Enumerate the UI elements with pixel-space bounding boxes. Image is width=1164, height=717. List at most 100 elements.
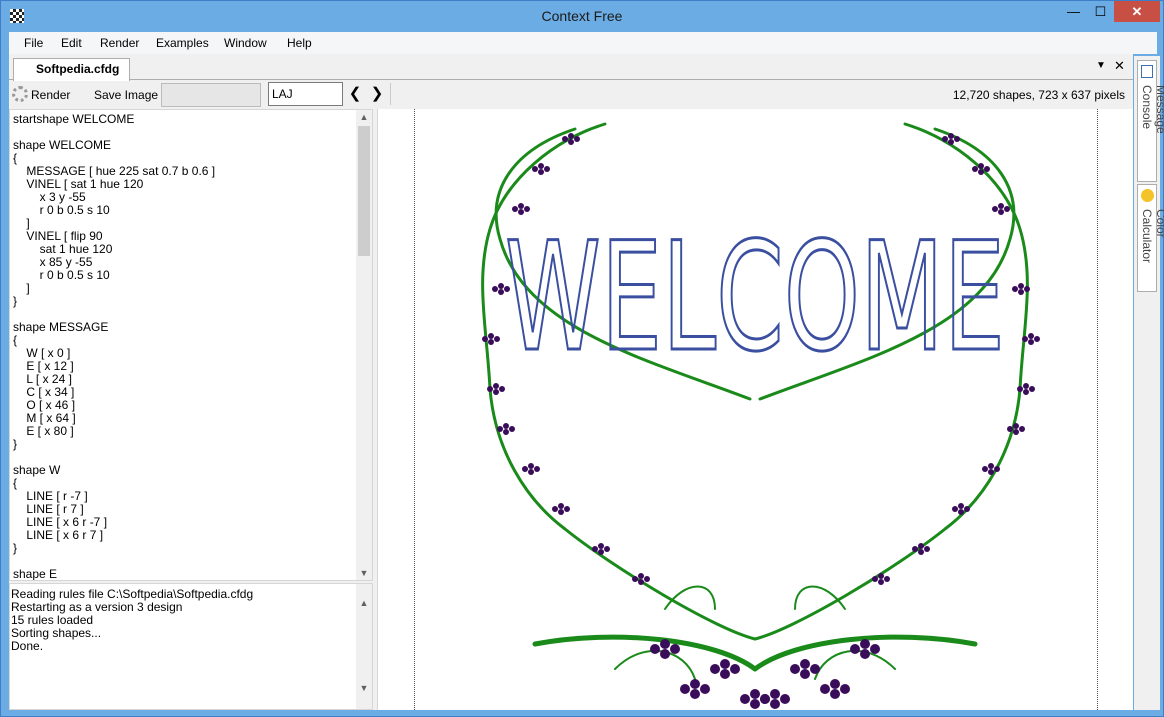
side-tab-message-console[interactable]: Message Console bbox=[1137, 60, 1164, 182]
close-window-button[interactable]: ✕ bbox=[1114, 1, 1160, 22]
menu-file[interactable]: File bbox=[24, 36, 43, 50]
grape bbox=[503, 423, 509, 429]
grape bbox=[552, 506, 558, 512]
next-variation-icon[interactable]: ❯ bbox=[369, 84, 385, 102]
grape bbox=[562, 136, 568, 142]
grape bbox=[840, 684, 850, 694]
grape bbox=[509, 426, 515, 432]
grape bbox=[770, 699, 780, 709]
grape bbox=[482, 336, 488, 342]
grape bbox=[820, 684, 830, 694]
toolbar: Render Save Image ❮ ❯ 12,720 shapes, 723… bbox=[9, 81, 1133, 109]
vine-wreath bbox=[481, 122, 1029, 680]
menu-help[interactable]: Help bbox=[287, 36, 312, 50]
grape bbox=[870, 644, 880, 654]
grape bbox=[964, 506, 970, 512]
render-spinner-icon[interactable] bbox=[12, 86, 28, 102]
menu-examples[interactable]: Examples bbox=[156, 36, 209, 50]
console-scroll-up-icon[interactable]: ▲ bbox=[356, 598, 372, 608]
grape bbox=[1023, 383, 1029, 389]
document-area: Softpedia.cfdg ▼ ✕ Render Save Image ❮ ❯… bbox=[9, 54, 1133, 710]
grape bbox=[984, 166, 990, 172]
grape bbox=[568, 139, 574, 145]
editor-scrollbar[interactable]: ▲ ▼ bbox=[356, 110, 372, 580]
console-scrollbar[interactable]: ▲ ▼ bbox=[356, 584, 372, 709]
render-canvas[interactable]: WELCOME bbox=[377, 109, 1133, 710]
side-tab-color-calculator[interactable]: Color Calculator bbox=[1137, 184, 1164, 292]
grape bbox=[494, 336, 500, 342]
grape bbox=[860, 649, 870, 659]
grape bbox=[1018, 283, 1024, 289]
grape bbox=[690, 689, 700, 699]
render-progress-bar bbox=[161, 83, 261, 107]
code-text[interactable]: startshape WELCOME shape WELCOME { MESSA… bbox=[13, 113, 353, 581]
grape bbox=[638, 579, 644, 585]
title-bar[interactable]: Context Free — ☐ ✕ bbox=[1, 1, 1163, 32]
grape bbox=[994, 466, 1000, 472]
grape bbox=[538, 169, 544, 175]
grape bbox=[1034, 336, 1040, 342]
console-scroll-down-icon[interactable]: ▼ bbox=[356, 683, 372, 693]
grape bbox=[770, 689, 780, 699]
grape bbox=[574, 136, 580, 142]
grape bbox=[499, 386, 505, 392]
grape bbox=[503, 429, 509, 435]
output-console[interactable]: Reading rules file C:\Softpedia\Softpedi… bbox=[9, 583, 373, 710]
grape bbox=[992, 206, 998, 212]
grape bbox=[830, 679, 840, 689]
prev-variation-icon[interactable]: ❮ bbox=[347, 84, 363, 102]
render-button[interactable]: Render bbox=[31, 88, 70, 102]
grape bbox=[638, 573, 644, 579]
grape bbox=[810, 664, 820, 674]
grape bbox=[978, 163, 984, 169]
grape bbox=[532, 166, 538, 172]
grape bbox=[528, 463, 534, 469]
menu-render[interactable]: Render bbox=[100, 36, 139, 50]
close-tab-icon[interactable]: ✕ bbox=[1114, 58, 1125, 74]
grape bbox=[538, 163, 544, 169]
grape bbox=[988, 463, 994, 469]
grape bbox=[632, 576, 638, 582]
save-image-button[interactable]: Save Image bbox=[94, 88, 158, 102]
welcome-word: WELCOME bbox=[505, 211, 1005, 385]
minimize-button[interactable]: — bbox=[1060, 1, 1087, 22]
grape bbox=[800, 669, 810, 679]
grape bbox=[1018, 289, 1024, 295]
console-text: Reading rules file C:\Softpedia\Softpedi… bbox=[11, 587, 254, 653]
grape bbox=[1023, 389, 1029, 395]
grape bbox=[972, 166, 978, 172]
grape bbox=[512, 206, 518, 212]
grape bbox=[528, 469, 534, 475]
scroll-thumb[interactable] bbox=[358, 126, 370, 256]
grape bbox=[497, 426, 503, 432]
scroll-up-icon[interactable]: ▲ bbox=[356, 112, 372, 122]
tab-list-dropdown-icon[interactable]: ▼ bbox=[1096, 60, 1106, 71]
maximize-button[interactable]: ☐ bbox=[1087, 1, 1114, 22]
grape bbox=[690, 679, 700, 689]
message-console-icon bbox=[1141, 65, 1153, 78]
grape bbox=[1024, 286, 1030, 292]
grape bbox=[1012, 286, 1018, 292]
code-editor[interactable]: startshape WELCOME shape WELCOME { MESSA… bbox=[9, 109, 373, 581]
grape bbox=[912, 546, 918, 552]
grape bbox=[948, 139, 954, 145]
menu-window[interactable]: Window bbox=[224, 36, 267, 50]
menu-bar: File Edit Render Examples Window Help bbox=[9, 32, 1157, 54]
grape bbox=[564, 506, 570, 512]
grape bbox=[518, 209, 524, 215]
grape bbox=[524, 206, 530, 212]
menu-edit[interactable]: Edit bbox=[61, 36, 82, 50]
grape bbox=[918, 543, 924, 549]
grape bbox=[1022, 336, 1028, 342]
grape bbox=[592, 546, 598, 552]
variation-input[interactable] bbox=[268, 82, 343, 106]
grape bbox=[680, 684, 690, 694]
tab-softpedia-cfdg[interactable]: Softpedia.cfdg bbox=[13, 58, 130, 81]
grape bbox=[750, 689, 760, 699]
scroll-down-icon[interactable]: ▼ bbox=[356, 568, 372, 578]
grape bbox=[800, 659, 810, 669]
grape bbox=[487, 386, 493, 392]
grape bbox=[884, 576, 890, 582]
grape bbox=[544, 166, 550, 172]
grape bbox=[598, 549, 604, 555]
